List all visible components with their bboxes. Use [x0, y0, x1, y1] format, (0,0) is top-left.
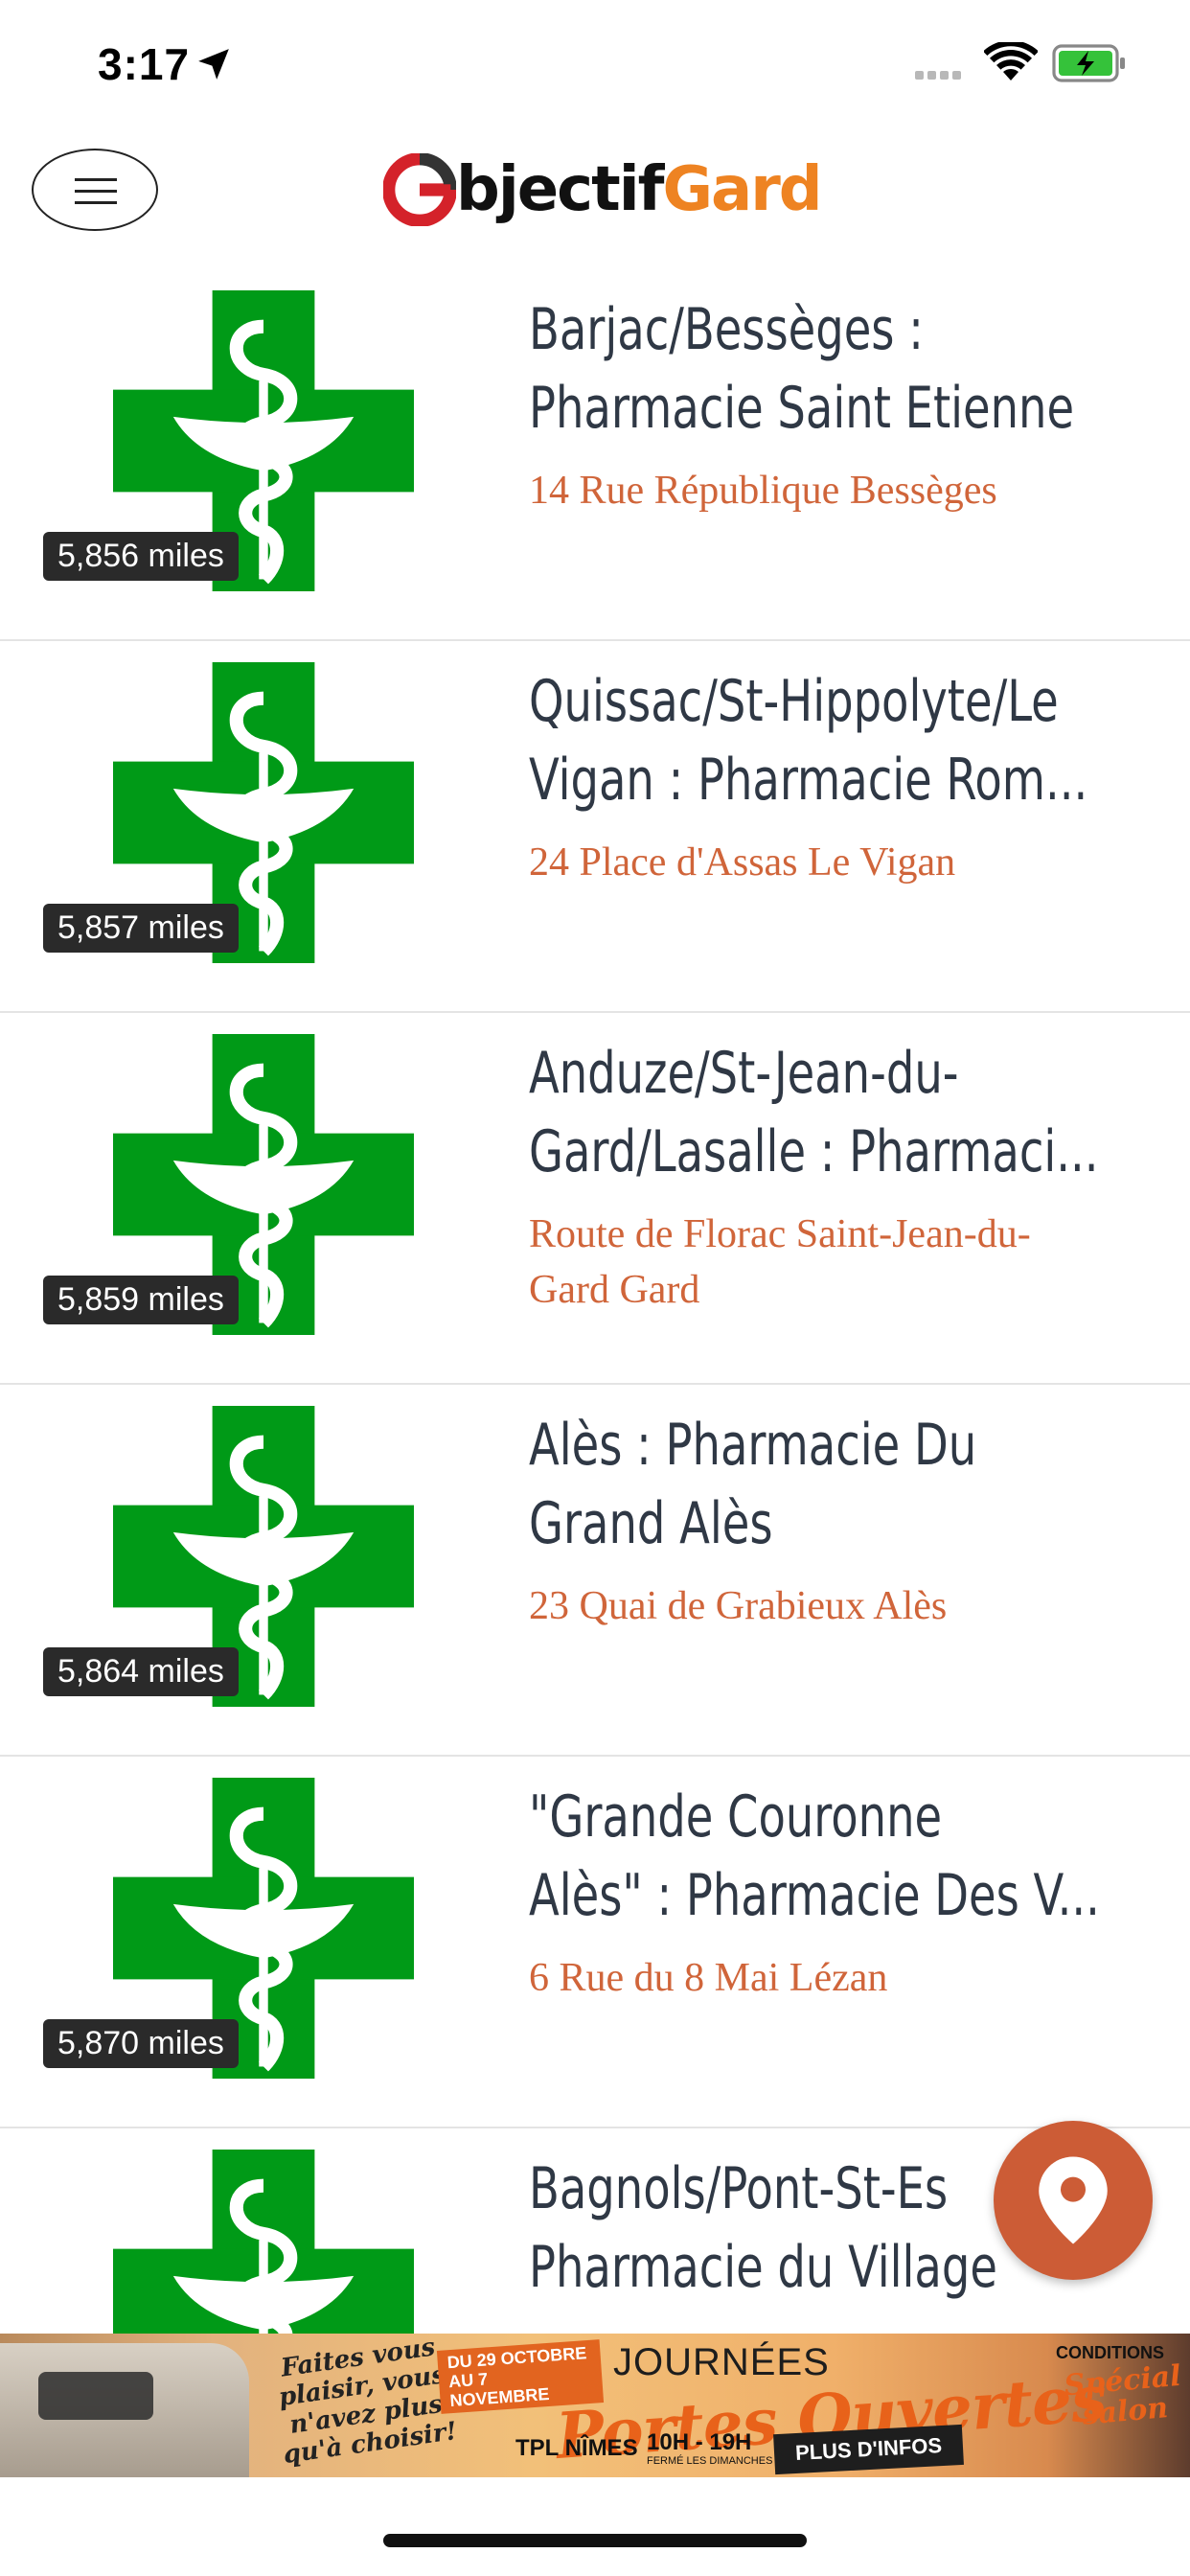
- banner-special-salon: Spécial salon: [1063, 2358, 1182, 2432]
- logo-g-icon: [383, 153, 456, 226]
- status-bar: 3:17: [0, 0, 1190, 125]
- title-line: Barjac/Bessèges :: [529, 296, 924, 363]
- pharmacy-title: Alès : Pharmacie Du Grand Alès: [529, 1406, 1172, 1563]
- title-line: Alès" : Pharmacie Des V...: [529, 1862, 1100, 1929]
- hamburger-menu-icon: [75, 178, 117, 181]
- banner-journees: JOURNÉES: [613, 2341, 830, 2383]
- address-line: 14 Rue République Bessèges: [529, 469, 997, 513]
- logo-text-gard: Gard: [662, 154, 822, 225]
- pharmacy-title: Anduze/St-Jean-du- Gard/Lasalle : Pharma…: [529, 1034, 1172, 1191]
- title-line: Anduze/St-Jean-du-: [529, 1040, 959, 1107]
- distance-badge: 5,857 miles: [43, 904, 239, 953]
- title-line: Quissac/St-Hippolyte/Le: [529, 668, 1059, 735]
- distance-badge: 5,856 miles: [43, 532, 239, 581]
- app-logo: bjectif Gard: [383, 142, 823, 238]
- pharmacy-address: 6 Rue du 8 Mai Lézan: [529, 1950, 1142, 2006]
- address-line: Route de Florac Saint-Jean-du-: [529, 1212, 1031, 1256]
- wifi-icon: [984, 42, 1038, 80]
- banner-more-info-button[interactable]: PLUS D'INFOS: [773, 2424, 965, 2475]
- title-line: Grand Alès: [529, 1490, 773, 1557]
- pharmacy-address: 23 Quai de Grabieux Alès: [529, 1578, 1142, 1634]
- home-indicator[interactable]: [383, 2534, 807, 2547]
- address-line: 23 Quai de Grabieux Alès: [529, 1584, 948, 1628]
- address-line: Gard Gard: [529, 1268, 700, 1312]
- map-pin-icon: [1039, 2156, 1108, 2244]
- pharmacy-title: "Grande Couronne Alès" : Pharmacie Des V…: [529, 1778, 1172, 1935]
- title-line: "Grande Couronne: [529, 1783, 943, 1851]
- camper-van-image: [0, 2343, 249, 2477]
- title-line: Pharmacie Saint Etienne: [529, 375, 1075, 442]
- status-time: 3:17: [98, 39, 191, 89]
- hamburger-line: [75, 190, 117, 193]
- hamburger-line: [75, 201, 117, 204]
- pharmacy-address: 24 Place d'Assas Le Vigan: [529, 835, 1142, 890]
- title-line: Vigan : Pharmacie Rom...: [529, 747, 1088, 814]
- map-button[interactable]: [994, 2121, 1153, 2280]
- pharmacy-title: Quissac/St-Hippolyte/Le Vigan : Pharmaci…: [529, 662, 1172, 819]
- title-line: Gard/Lasalle : Pharmaci...: [529, 1118, 1099, 1185]
- pharmacy-address: Route de Florac Saint-Jean-du- Gard Gard: [529, 1207, 1142, 1318]
- list-item[interactable]: 5,856 miles Barjac/Bessèges : Pharmacie …: [0, 269, 1190, 641]
- battery-charging-icon: [1052, 44, 1125, 82]
- ad-banner[interactable]: Faites vous plaisir, vous n'avez plus qu…: [0, 2334, 1190, 2477]
- list-item[interactable]: 5,859 miles Anduze/St-Jean-du- Gard/Lasa…: [0, 1013, 1190, 1385]
- list-item[interactable]: 5,870 miles "Grande Couronne Alès" : Pha…: [0, 1757, 1190, 2128]
- banner-conditions: CONDITIONS: [1056, 2343, 1165, 2362]
- distance-badge: 5,870 miles: [43, 2019, 239, 2068]
- address-line: 24 Place d'Assas Le Vigan: [529, 840, 956, 885]
- banner-closed: FERMÉ LES DIMANCHES: [647, 2455, 773, 2467]
- signal-icon: [915, 67, 965, 84]
- list-item[interactable]: 5,864 miles Alès : Pharmacie Du Grand Al…: [0, 1385, 1190, 1757]
- distance-badge: 5,864 miles: [43, 1647, 239, 1696]
- banner-hours: 10H - 19H: [647, 2429, 752, 2455]
- logo-text-objectif: bjectif: [456, 154, 664, 225]
- menu-button[interactable]: [32, 149, 158, 231]
- pharmacy-address: 14 Rue République Bessèges: [529, 463, 1142, 518]
- address-line: 6 Rue du 8 Mai Lézan: [529, 1956, 888, 2000]
- app-header: bjectif Gard: [0, 125, 1190, 259]
- title-line: Alès : Pharmacie Du: [529, 1412, 977, 1479]
- distance-badge: 5,859 miles: [43, 1276, 239, 1324]
- banner-location: TPL NÎMES: [515, 2435, 638, 2461]
- location-arrow-icon: [198, 49, 229, 80]
- pharmacy-title: Barjac/Bessèges : Pharmacie Saint Etienn…: [529, 290, 1172, 448]
- list-item[interactable]: 5,857 miles Quissac/St-Hippolyte/Le Viga…: [0, 641, 1190, 1013]
